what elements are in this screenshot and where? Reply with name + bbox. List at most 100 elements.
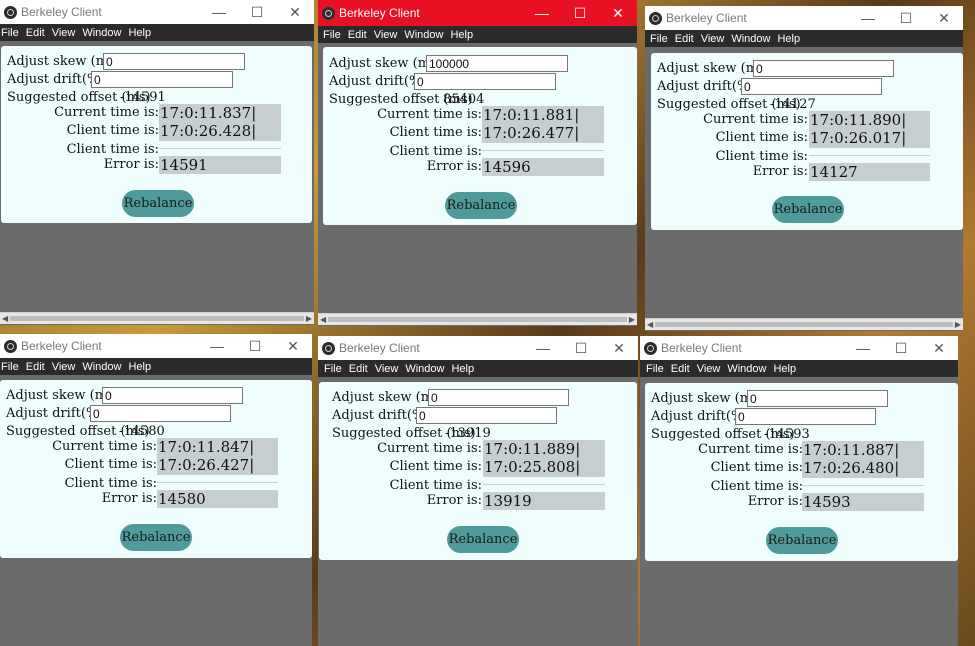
menu-edit[interactable]: Edit bbox=[674, 33, 694, 45]
scroll-thumb[interactable] bbox=[328, 317, 627, 322]
scroll-left-icon[interactable]: ◀ bbox=[2, 313, 8, 324]
close-icon[interactable]: ✕ bbox=[274, 334, 312, 358]
menu-help[interactable]: Help bbox=[127, 27, 151, 39]
current-time-label: Current time is: bbox=[52, 439, 157, 454]
menu-window[interactable]: Window bbox=[404, 363, 444, 375]
rebalance-button[interactable]: Rebalance bbox=[772, 196, 844, 223]
title-bar[interactable]: Berkeley Client — ☐ ✕ bbox=[318, 0, 637, 26]
client-time-label: Client time is: bbox=[389, 459, 482, 474]
minimize-icon[interactable]: — bbox=[523, 1, 561, 25]
scroll-left-icon[interactable]: ◀ bbox=[647, 319, 653, 330]
skew-input[interactable]: 0 bbox=[747, 390, 888, 407]
minimize-icon[interactable]: — bbox=[849, 6, 887, 30]
skew-input[interactable]: 0 bbox=[428, 389, 569, 406]
minimize-icon[interactable]: — bbox=[200, 0, 238, 24]
title-bar[interactable]: Berkeley Client — ☐ ✕ bbox=[318, 336, 638, 360]
menu-view[interactable]: View bbox=[700, 33, 725, 45]
menu-edit[interactable]: Edit bbox=[347, 29, 367, 41]
content-panel: Adjust skew (ms) 0 Adjust drift(%) 0 Sug… bbox=[319, 382, 637, 560]
close-icon[interactable]: ✕ bbox=[276, 0, 314, 24]
horizontal-scrollbar[interactable]: ◀ ▶ bbox=[0, 312, 314, 324]
menu-help[interactable]: Help bbox=[449, 29, 473, 41]
menu-window[interactable]: Window bbox=[726, 363, 766, 375]
drift-input[interactable]: 0 bbox=[91, 71, 233, 88]
title-bar[interactable]: Berkeley Client — ☐ ✕ bbox=[0, 334, 312, 358]
title-bar[interactable]: Berkeley Client — ☐ ✕ bbox=[0, 0, 314, 24]
close-icon[interactable]: ✕ bbox=[925, 6, 963, 30]
menu-file[interactable]: File bbox=[322, 29, 341, 41]
menu-window[interactable]: Window bbox=[730, 33, 770, 45]
maximize-icon[interactable]: ☐ bbox=[238, 0, 276, 24]
menu-help[interactable]: Help bbox=[772, 363, 796, 375]
menu-file[interactable]: File bbox=[645, 363, 664, 375]
horizontal-scrollbar[interactable]: ◀ ▶ bbox=[645, 318, 963, 330]
drift-input[interactable]: 0 bbox=[416, 407, 557, 424]
rebalance-button[interactable]: Rebalance bbox=[120, 524, 192, 551]
rebalance-button[interactable]: Rebalance bbox=[766, 527, 838, 554]
close-icon[interactable]: ✕ bbox=[920, 336, 958, 360]
error-value: 14591 bbox=[159, 156, 281, 174]
menu-file[interactable]: File bbox=[0, 361, 19, 373]
drift-input[interactable]: 0 bbox=[90, 405, 231, 422]
menu-help[interactable]: Help bbox=[776, 33, 800, 45]
scroll-right-icon[interactable]: ▶ bbox=[629, 314, 635, 325]
menu-edit[interactable]: Edit bbox=[25, 361, 45, 373]
rebalance-button[interactable]: Rebalance bbox=[445, 192, 517, 219]
window-title: Berkeley Client bbox=[666, 11, 747, 25]
title-bar[interactable]: Berkeley Client — ☐ ✕ bbox=[645, 6, 963, 30]
skew-input[interactable]: 0 bbox=[102, 387, 243, 404]
skew-input[interactable]: 100000 bbox=[426, 55, 568, 72]
title-bar[interactable]: Berkeley Client — ☐ ✕ bbox=[640, 336, 958, 360]
minimize-icon[interactable]: — bbox=[198, 334, 236, 358]
suggested-offset-value: -14591 bbox=[120, 90, 166, 105]
menu-file[interactable]: File bbox=[323, 363, 342, 375]
close-icon[interactable]: ✕ bbox=[599, 1, 637, 25]
minimize-icon[interactable]: — bbox=[524, 336, 562, 360]
skew-input[interactable]: 0 bbox=[753, 60, 894, 77]
maximize-icon[interactable]: ☐ bbox=[562, 336, 600, 360]
scroll-left-icon[interactable]: ◀ bbox=[320, 314, 326, 325]
current-time-value: 17:0:11.837| bbox=[159, 104, 281, 124]
minimize-icon[interactable]: — bbox=[844, 336, 882, 360]
menu-edit[interactable]: Edit bbox=[25, 27, 45, 39]
client-time-empty-label: Client time is: bbox=[389, 478, 482, 493]
horizontal-scrollbar[interactable]: ◀ ▶ bbox=[318, 313, 637, 325]
menu-help[interactable]: Help bbox=[450, 363, 474, 375]
menu-view[interactable]: View bbox=[51, 361, 76, 373]
menu-file[interactable]: File bbox=[0, 27, 19, 39]
maximize-icon[interactable]: ☐ bbox=[561, 1, 599, 25]
menu-help[interactable]: Help bbox=[127, 361, 151, 373]
app-icon bbox=[644, 341, 657, 355]
client-time-empty-label: Client time is: bbox=[389, 144, 482, 159]
suggested-offset-value: 85404 bbox=[443, 92, 485, 107]
menu-view[interactable]: View bbox=[373, 29, 398, 41]
scroll-thumb[interactable] bbox=[655, 322, 953, 327]
maximize-icon[interactable]: ☐ bbox=[236, 334, 274, 358]
maximize-icon[interactable]: ☐ bbox=[887, 6, 925, 30]
close-icon[interactable]: ✕ bbox=[600, 336, 638, 360]
maximize-icon[interactable]: ☐ bbox=[882, 336, 920, 360]
menu-file[interactable]: File bbox=[649, 33, 668, 45]
suggested-offset-value: -13919 bbox=[445, 426, 491, 441]
rebalance-button[interactable]: Rebalance bbox=[447, 526, 519, 553]
drift-input[interactable]: 0 bbox=[735, 408, 876, 425]
skew-input[interactable]: 0 bbox=[103, 53, 245, 70]
menu-view[interactable]: View bbox=[51, 27, 76, 39]
scroll-right-icon[interactable]: ▶ bbox=[306, 313, 312, 324]
scroll-thumb[interactable] bbox=[10, 316, 304, 321]
error-label: Error is: bbox=[747, 494, 803, 509]
menu-edit[interactable]: Edit bbox=[670, 363, 690, 375]
menu-view[interactable]: View bbox=[696, 363, 721, 375]
menu-window[interactable]: Window bbox=[81, 361, 121, 373]
drift-input[interactable]: 0 bbox=[414, 73, 556, 90]
rebalance-button[interactable]: Rebalance bbox=[122, 190, 194, 217]
scroll-right-icon[interactable]: ▶ bbox=[955, 319, 961, 330]
current-time-label: Current time is: bbox=[703, 112, 808, 127]
menu-view[interactable]: View bbox=[374, 363, 399, 375]
drift-input[interactable]: 0 bbox=[741, 78, 882, 95]
menu-window[interactable]: Window bbox=[81, 27, 121, 39]
menu-window[interactable]: Window bbox=[403, 29, 443, 41]
menu-edit[interactable]: Edit bbox=[348, 363, 368, 375]
client-time-value: 17:0:26.427| bbox=[157, 456, 278, 475]
error-label: Error is: bbox=[752, 164, 808, 179]
